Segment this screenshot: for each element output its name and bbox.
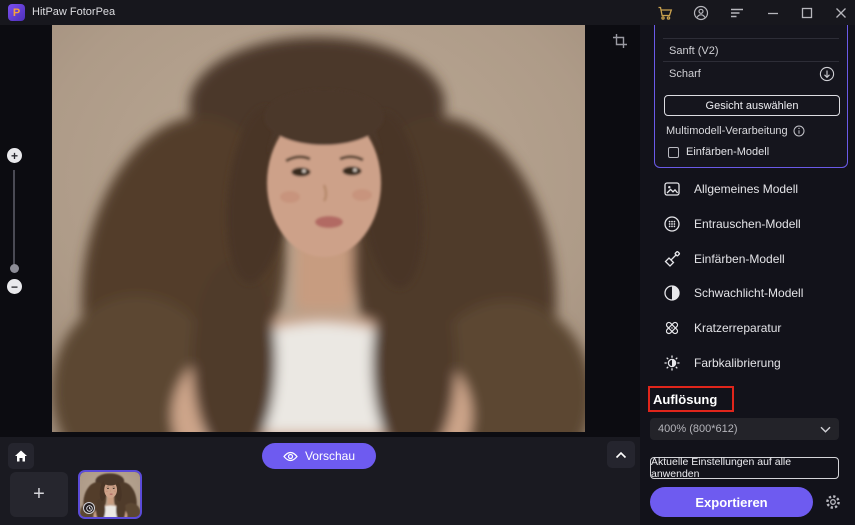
chevron-down-icon bbox=[820, 426, 831, 433]
model-label: Farbkalibrierung bbox=[694, 356, 781, 370]
colorize-model-icon bbox=[664, 250, 681, 267]
checkbox-icon[interactable] bbox=[668, 146, 679, 158]
multimodel-section: Multimodell-Verarbeitung bbox=[666, 125, 805, 137]
preview-button[interactable]: Vorschau bbox=[262, 443, 376, 469]
checkbox-label: Einfärben-Modell bbox=[686, 146, 770, 158]
info-icon[interactable] bbox=[793, 125, 805, 137]
option-scharf[interactable]: Scharf bbox=[663, 63, 839, 85]
zoom-slider-thumb[interactable] bbox=[10, 264, 19, 273]
resolution-value: 400% (800*612) bbox=[658, 423, 738, 435]
select-face-button[interactable]: Gesicht auswählen bbox=[664, 95, 840, 116]
denoise-model-icon bbox=[664, 216, 680, 232]
minimize-icon[interactable] bbox=[764, 4, 782, 22]
export-settings-button[interactable] bbox=[822, 491, 844, 513]
model-item-farbkalibrierung[interactable]: Farbkalibrierung bbox=[640, 349, 855, 377]
model-label: Schwachlicht-Modell bbox=[694, 286, 804, 300]
home-button[interactable] bbox=[8, 443, 34, 469]
home-icon bbox=[15, 450, 27, 462]
image-thumbnail[interactable] bbox=[78, 470, 142, 519]
download-circle-icon[interactable] bbox=[819, 66, 835, 85]
preview-image bbox=[52, 25, 585, 432]
model-label: Entrauschen-Modell bbox=[694, 217, 801, 231]
crop-icon[interactable] bbox=[612, 33, 630, 51]
scratch-repair-icon bbox=[665, 321, 679, 335]
colorize-model-checkbox[interactable]: Einfärben-Modell bbox=[668, 146, 769, 158]
model-label: Kratzerreparatur bbox=[694, 321, 782, 335]
collapse-panel-button[interactable] bbox=[607, 441, 635, 468]
account-icon[interactable] bbox=[692, 4, 710, 22]
color-calibration-icon bbox=[664, 355, 680, 371]
apply-to-all-button[interactable]: Aktuelle Einstellungen auf alle anwenden bbox=[650, 456, 839, 480]
divider bbox=[663, 38, 839, 39]
model-item-schwachlicht-modell[interactable]: Schwachlicht-Modell bbox=[640, 279, 855, 307]
close-icon[interactable] bbox=[832, 4, 850, 22]
model-settings-panel: Sanft (V2) Scharf Gesicht auswählen Mult… bbox=[654, 18, 848, 168]
multimodel-label: Multimodell-Verarbeitung bbox=[666, 125, 788, 137]
resolution-label: Auflösung bbox=[653, 392, 718, 407]
eye-icon bbox=[283, 451, 298, 461]
export-button[interactable]: Exportieren bbox=[650, 487, 813, 517]
thumbnail-status-badge bbox=[83, 502, 95, 514]
titlebar: P HitPaw FotorPea bbox=[0, 0, 855, 25]
cart-icon[interactable] bbox=[656, 4, 674, 22]
zoom-slider-track[interactable] bbox=[13, 170, 15, 268]
resolution-dropdown[interactable]: 400% (800*612) bbox=[650, 418, 839, 440]
app-title: HitPaw FotorPea bbox=[32, 6, 116, 18]
model-label: Allgemeines Modell bbox=[694, 182, 799, 196]
lowlight-model-icon bbox=[664, 285, 680, 301]
model-item-kratzerreparatur[interactable]: Kratzerreparatur bbox=[640, 314, 855, 342]
zoom-out-button[interactable]: − bbox=[7, 279, 22, 294]
option-label: Scharf bbox=[669, 68, 701, 80]
model-item-allgemeines-modell[interactable]: Allgemeines Modell bbox=[640, 175, 855, 203]
maximize-icon[interactable] bbox=[798, 4, 816, 22]
bottom-bar: Vorschau + bbox=[0, 437, 640, 525]
preview-button-label: Vorschau bbox=[304, 449, 356, 463]
add-image-button[interactable]: + bbox=[10, 472, 68, 517]
menu-icon[interactable] bbox=[728, 4, 746, 22]
sidebar: Sanft (V2) Scharf Gesicht auswählen Mult… bbox=[640, 18, 855, 525]
app-window: P HitPaw FotorPea + − Vorschau + Sanft (… bbox=[0, 0, 855, 525]
option-label: Sanft (V2) bbox=[669, 44, 719, 57]
app-logo: P bbox=[8, 4, 25, 21]
chevron-up-icon bbox=[615, 451, 627, 458]
model-item-entrauschen-modell[interactable]: Entrauschen-Modell bbox=[640, 210, 855, 238]
editor-canvas: + − bbox=[0, 25, 640, 437]
zoom-in-button[interactable]: + bbox=[7, 148, 22, 163]
model-label: Einfärben-Modell bbox=[694, 252, 785, 266]
model-item-einfaerben-modell[interactable]: Einfärben-Modell bbox=[640, 245, 855, 273]
general-model-icon bbox=[664, 182, 680, 196]
gear-icon bbox=[826, 495, 840, 509]
option-sanft-v2[interactable]: Sanft (V2) bbox=[663, 40, 839, 62]
